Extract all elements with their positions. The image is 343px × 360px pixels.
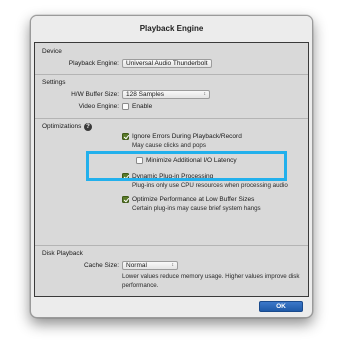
video-engine-checkbox[interactable] <box>122 103 129 110</box>
optimizations-section-title: Optimizations <box>42 123 82 130</box>
dialog-content: Device Playback Engine: Universal Audio … <box>34 42 309 297</box>
device-section: Device Playback Engine: Universal Audio … <box>35 43 308 75</box>
device-section-title: Device <box>42 48 62 55</box>
ignore-errors-label: Ignore Errors During Playback/Record <box>132 133 242 140</box>
optimizations-section: Optimizations ? Ignore Errors During Pla… <box>35 118 308 246</box>
dynamic-plugin-label: Dynamic Plug-in Processing <box>132 173 214 180</box>
disk-playback-section-title: Disk Playback <box>42 250 83 257</box>
dialog-title: Playback Engine <box>31 16 312 42</box>
chevron-updown-icon: ↕ <box>205 60 209 66</box>
cache-size-label: Cache Size: <box>83 262 119 269</box>
playback-engine-value: Universal Audio Thunderbolt <box>126 60 208 67</box>
cache-size-value: Normal <box>126 262 147 269</box>
ok-button[interactable]: OK <box>259 301 303 312</box>
chevron-updown-icon: ↕ <box>171 262 175 268</box>
dynamic-plugin-checkbox[interactable] <box>122 173 129 180</box>
ignore-errors-checkbox[interactable] <box>122 133 129 140</box>
dynamic-plugin-description: Plug-ins only use CPU resources when pro… <box>132 182 288 189</box>
minimize-io-latency-checkbox[interactable] <box>136 157 143 164</box>
optimize-low-buffer-label: Optimize Performance at Low Buffer Sizes <box>132 196 255 203</box>
cache-size-description: Lower values reduce memory usage. Higher… <box>122 273 300 289</box>
hw-buffer-value: 128 Samples <box>126 91 164 98</box>
playback-engine-label: Playback Engine: <box>68 60 119 67</box>
help-icon[interactable]: ? <box>84 123 92 131</box>
playback-engine-dropdown[interactable]: Universal Audio Thunderbolt ↕ <box>122 59 212 68</box>
optimize-low-buffer-checkbox[interactable] <box>122 196 129 203</box>
settings-section-title: Settings <box>42 79 66 86</box>
video-engine-label: Video Engine: <box>78 103 119 110</box>
minimize-io-latency-label: Minimize Additional I/O Latency <box>146 157 237 164</box>
disk-playback-section: Disk Playback Cache Size: Normal ↕ Lower… <box>35 245 308 297</box>
optimize-low-buffer-description: Certain plug-ins may cause brief system … <box>132 205 261 212</box>
dialog-footer: OK <box>34 298 309 314</box>
chevron-updown-icon: ↕ <box>203 91 207 97</box>
playback-engine-dialog: Playback Engine Device Playback Engine: … <box>30 15 313 318</box>
ignore-errors-description: May cause clicks and pops <box>132 142 206 149</box>
video-engine-enable-label: Enable <box>132 103 153 110</box>
hw-buffer-dropdown[interactable]: 128 Samples ↕ <box>122 90 210 99</box>
hw-buffer-label: H/W Buffer Size: <box>71 91 119 98</box>
cache-size-dropdown[interactable]: Normal ↕ <box>122 261 178 270</box>
settings-section: Settings H/W Buffer Size: 128 Samples ↕ … <box>35 74 308 119</box>
